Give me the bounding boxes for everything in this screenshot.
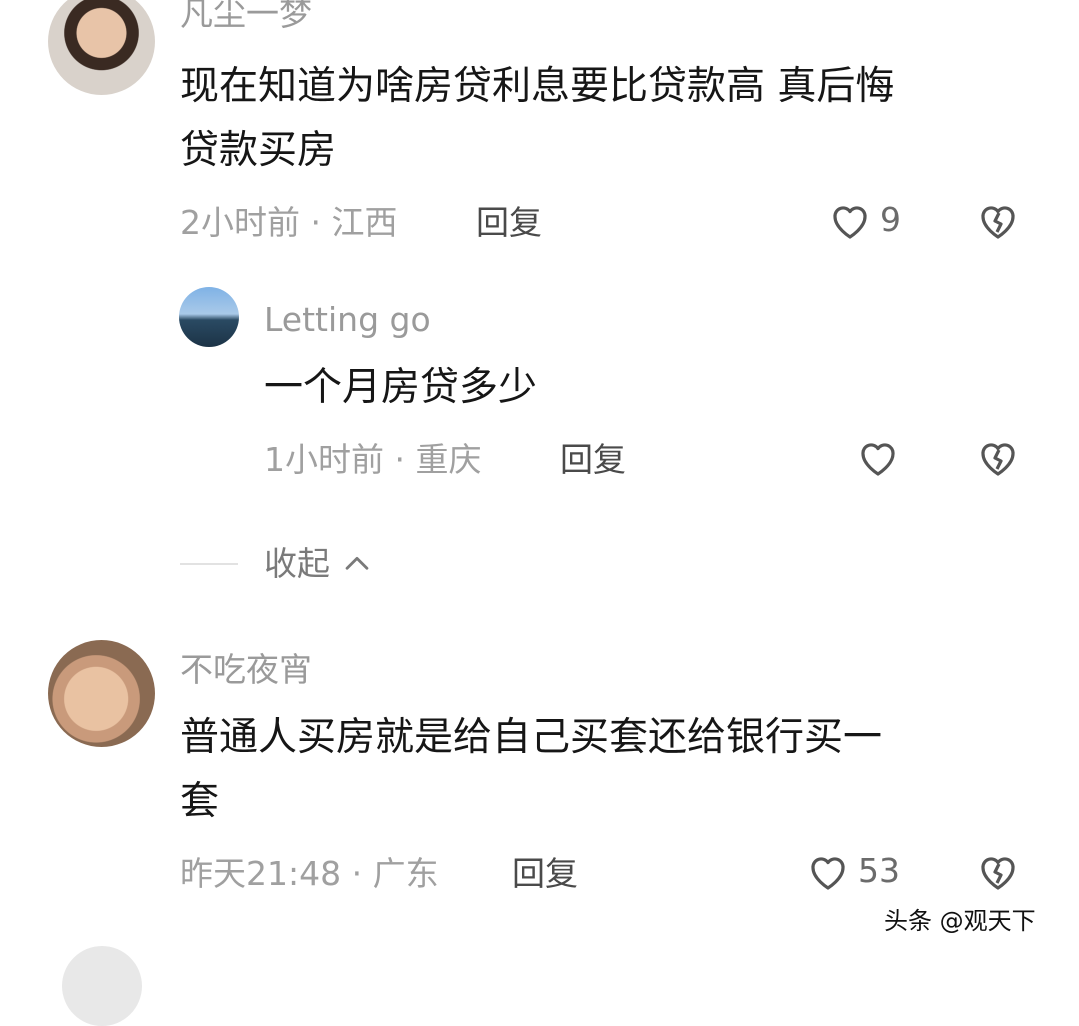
like-count: 53 (858, 851, 900, 890)
comment-time-location: 昨天21:48 · 广东 (180, 854, 439, 893)
comment-text-line: 贷款买房 (180, 128, 337, 173)
reply-avatar[interactable] (179, 287, 239, 347)
reply-time-location: 1小时前 · 重庆 (264, 440, 482, 479)
like-button[interactable]: 9 (826, 196, 901, 244)
dislike-button[interactable] (974, 847, 1022, 895)
like-button[interactable]: 53 (804, 847, 900, 895)
heart-outline-icon (826, 196, 874, 244)
like-count: 9 (880, 200, 901, 239)
heart-outline-icon (854, 433, 902, 481)
reply-button[interactable]: 回复 (560, 440, 626, 480)
broken-heart-icon (974, 433, 1022, 481)
reply-text: 一个月房贷多少 (264, 365, 538, 410)
comment-text-line: 套 (180, 779, 220, 824)
collapse-label: 收起 (264, 544, 330, 583)
comment-username[interactable]: 凡尘一梦 (180, 0, 312, 34)
divider (180, 563, 238, 565)
comment-text-line: 现在知道为啥房贷利息要比贷款高 真后悔 (180, 64, 895, 109)
dislike-button[interactable] (974, 196, 1022, 244)
heart-outline-icon (804, 847, 852, 895)
commenter-avatar[interactable] (48, 640, 155, 747)
commenter-avatar[interactable] (62, 946, 142, 1026)
collapse-replies-button[interactable]: 收起 (264, 544, 374, 584)
watermark: 头条 @观天下 (884, 907, 1036, 935)
comment-username[interactable]: 不吃夜宵 (180, 650, 312, 690)
dislike-button[interactable] (974, 433, 1022, 481)
chevron-up-icon (340, 547, 374, 581)
reply-username[interactable]: Letting go (264, 300, 431, 340)
comment-text-line: 普通人买房就是给自己买套还给银行买一 (180, 715, 883, 760)
reply-button[interactable]: 回复 (512, 854, 578, 894)
commenter-avatar[interactable] (48, 0, 155, 95)
comment-time-location: 2小时前 · 江西 (180, 203, 398, 242)
like-button[interactable] (854, 433, 908, 481)
broken-heart-icon (974, 847, 1022, 895)
reply-button[interactable]: 回复 (476, 203, 542, 243)
broken-heart-icon (974, 196, 1022, 244)
